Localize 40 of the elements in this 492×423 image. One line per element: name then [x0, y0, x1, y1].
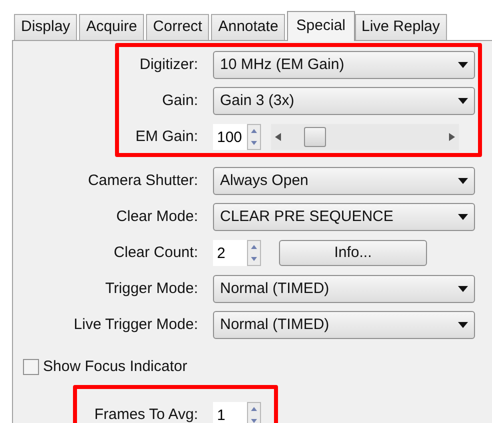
field-label: Trigger Mode:	[104, 278, 198, 299]
spinner-control[interactable]	[247, 402, 261, 423]
spinner-control[interactable]	[247, 124, 261, 150]
left-arrow-icon	[275, 133, 281, 141]
field-label: Live Trigger Mode:	[72, 314, 198, 335]
tab[interactable]: Special	[287, 11, 354, 41]
dropdown[interactable]: Normal (TIMED)	[213, 311, 475, 339]
field-label: Clear Mode:	[115, 206, 198, 227]
dropdown[interactable]: Always Open	[213, 167, 475, 195]
tab[interactable]: Display	[14, 14, 78, 40]
field-label: Frames To Avg:	[93, 404, 198, 423]
field-label: Gain:	[161, 90, 198, 111]
number-field[interactable]: 1	[213, 402, 247, 423]
checkbox[interactable]	[23, 359, 39, 375]
info-button[interactable]: Info...	[279, 240, 427, 266]
right-arrow-icon	[449, 133, 455, 141]
checkbox-label: Show Focus Indicator	[43, 356, 188, 377]
dropdown-arrow-icon	[458, 178, 468, 184]
number-field[interactable]: 100	[213, 124, 247, 150]
field-label: Camera Shutter:	[86, 170, 198, 191]
dropdown[interactable]: 10 MHz (EM Gain)	[213, 51, 475, 79]
number-field[interactable]: 2	[213, 240, 247, 266]
tab[interactable]: Acquire	[79, 14, 144, 40]
tab[interactable]: Correct	[146, 14, 210, 40]
field-label: Digitizer:	[138, 54, 198, 75]
dropdown-arrow-icon	[458, 98, 468, 104]
field-label: EM Gain:	[134, 126, 198, 147]
slider-thumb[interactable]	[304, 127, 326, 147]
dropdown[interactable]: Normal (TIMED)	[213, 275, 475, 303]
slider-track[interactable]	[271, 124, 459, 150]
tab[interactable]: Annotate	[211, 14, 286, 40]
dropdown-arrow-icon	[458, 322, 468, 328]
dropdown-arrow-icon	[458, 214, 468, 220]
field-label: Clear Count:	[112, 242, 198, 263]
dropdown[interactable]: CLEAR PRE SEQUENCE	[213, 203, 475, 231]
dropdown[interactable]: Gain 3 (3x)	[213, 87, 475, 115]
dropdown-arrow-icon	[458, 62, 468, 68]
dropdown-arrow-icon	[458, 286, 468, 292]
spinner-control[interactable]	[247, 240, 261, 266]
tab[interactable]: Live Replay	[354, 14, 447, 40]
